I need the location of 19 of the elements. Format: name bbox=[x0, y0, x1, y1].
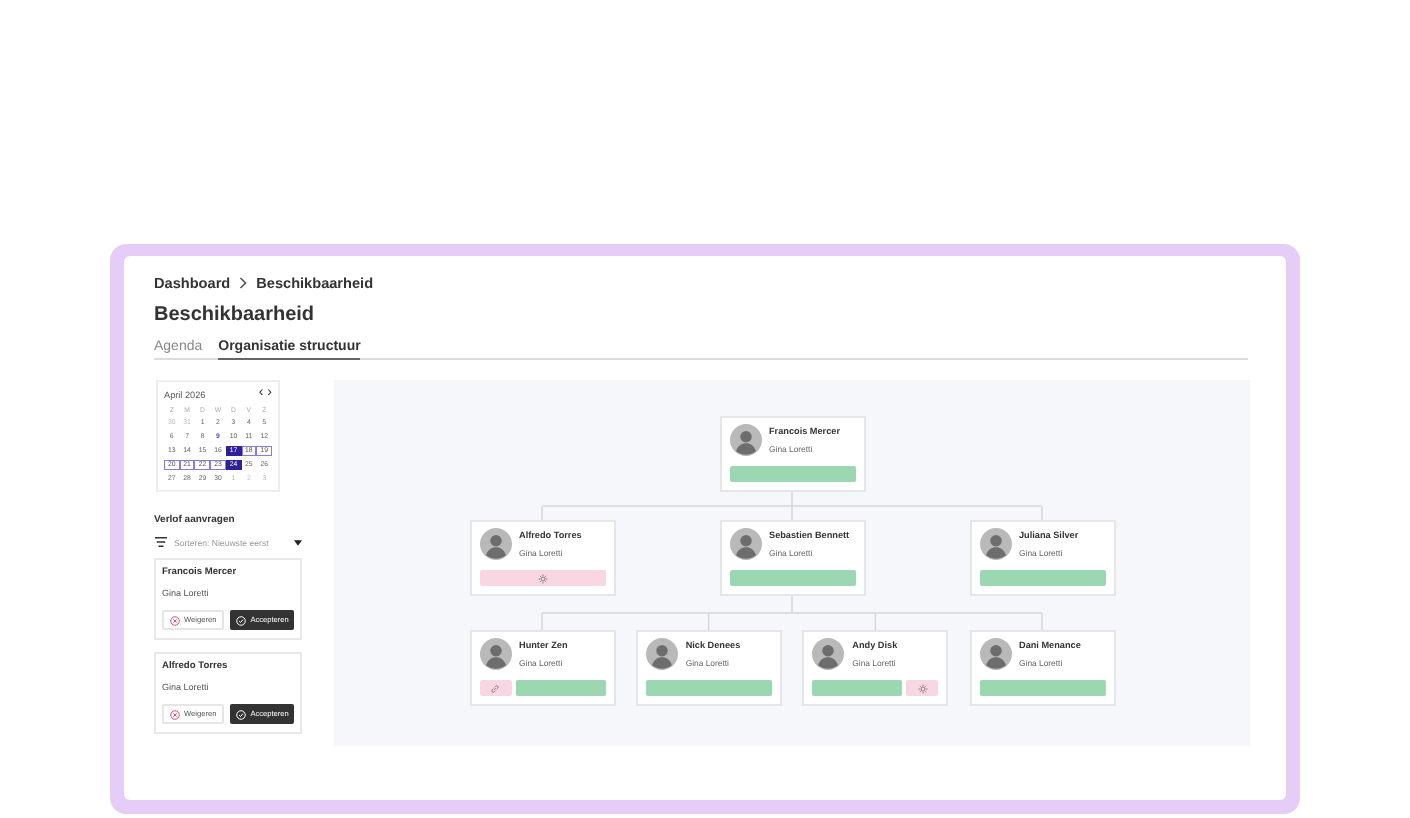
avatar-icon bbox=[729, 424, 761, 456]
sun-icon bbox=[537, 573, 547, 583]
caret-icon bbox=[294, 539, 302, 545]
avatar-icon bbox=[979, 638, 1011, 670]
avatar-icon bbox=[729, 528, 761, 560]
chevron-right-icon bbox=[238, 276, 249, 290]
sort-icon bbox=[154, 536, 168, 548]
sun-icon bbox=[917, 683, 928, 693]
avatar-icon bbox=[812, 638, 845, 670]
close-icon bbox=[170, 709, 180, 719]
link-icon bbox=[490, 683, 500, 693]
avatar-icon bbox=[479, 528, 511, 560]
avatar-icon bbox=[479, 638, 511, 670]
close-icon bbox=[170, 615, 180, 625]
avatar-icon bbox=[645, 638, 678, 670]
check-icon bbox=[236, 615, 247, 625]
avatar-icon bbox=[979, 528, 1011, 560]
page-title: Beschikbaarheid bbox=[154, 304, 317, 326]
check-icon bbox=[236, 709, 247, 719]
